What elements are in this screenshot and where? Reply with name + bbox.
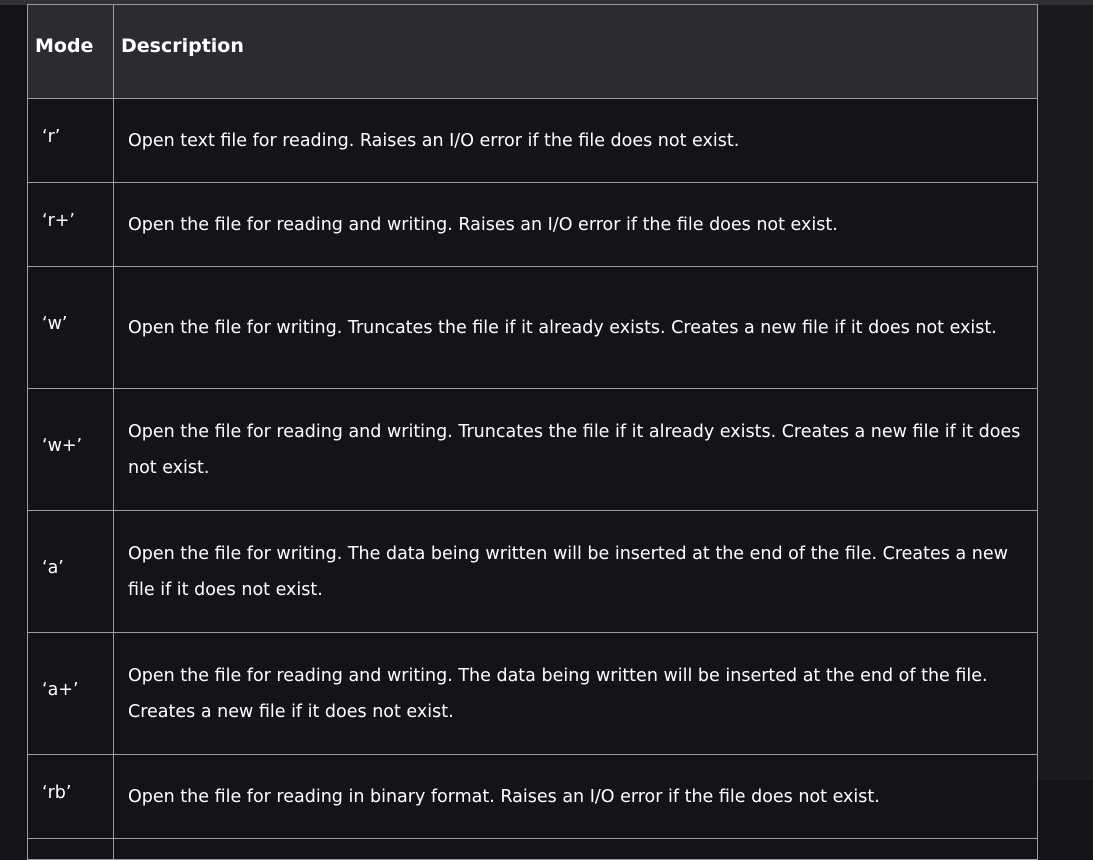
description-cell: Open the file for reading and writing. R… bbox=[113, 182, 1038, 267]
mode-cell: ‘a’ bbox=[27, 510, 114, 633]
description-cell: Open the file for reading in binary form… bbox=[113, 754, 1038, 839]
description-cell: Open the file for reading and writing. T… bbox=[113, 632, 1038, 755]
mode-cell-empty bbox=[27, 838, 114, 860]
table-row: ‘a+’ Open the file for reading and writi… bbox=[27, 632, 1038, 755]
file-modes-table: Mode Description ‘r’ Open text file for … bbox=[27, 4, 1038, 860]
header-mode: Mode bbox=[27, 4, 114, 99]
description-cell: Open text file for reading. Raises an I/… bbox=[113, 98, 1038, 183]
description-cell: Open the file for writing. The data bein… bbox=[113, 510, 1038, 633]
description-cell: Open the file for writing. Truncates the… bbox=[113, 266, 1038, 389]
description-cell: Open the file for reading and writing. T… bbox=[113, 388, 1038, 511]
mode-cell: ‘w+’ bbox=[27, 388, 114, 511]
mode-cell: ‘a+’ bbox=[27, 632, 114, 755]
table-row-partial bbox=[27, 838, 1038, 860]
header-description: Description bbox=[113, 4, 1038, 99]
table-row: ‘w+’ Open the file for reading and writi… bbox=[27, 388, 1038, 511]
table-row: ‘rb’ Open the file for reading in binary… bbox=[27, 754, 1038, 839]
table-row: ‘w’ Open the file for writing. Truncates… bbox=[27, 266, 1038, 389]
table-header-row: Mode Description bbox=[27, 4, 1038, 99]
description-cell-empty bbox=[113, 838, 1038, 860]
mode-cell: ‘r’ bbox=[27, 98, 114, 183]
table-row: ‘r+’ Open the file for reading and writi… bbox=[27, 182, 1038, 267]
mode-cell: ‘w’ bbox=[27, 266, 114, 389]
mode-cell: ‘r+’ bbox=[27, 182, 114, 267]
right-sidebar-strip bbox=[1036, 5, 1093, 780]
table-row: ‘r’ Open text file for reading. Raises a… bbox=[27, 98, 1038, 183]
table-row: ‘a’ Open the file for writing. The data … bbox=[27, 510, 1038, 633]
mode-cell: ‘rb’ bbox=[27, 754, 114, 839]
